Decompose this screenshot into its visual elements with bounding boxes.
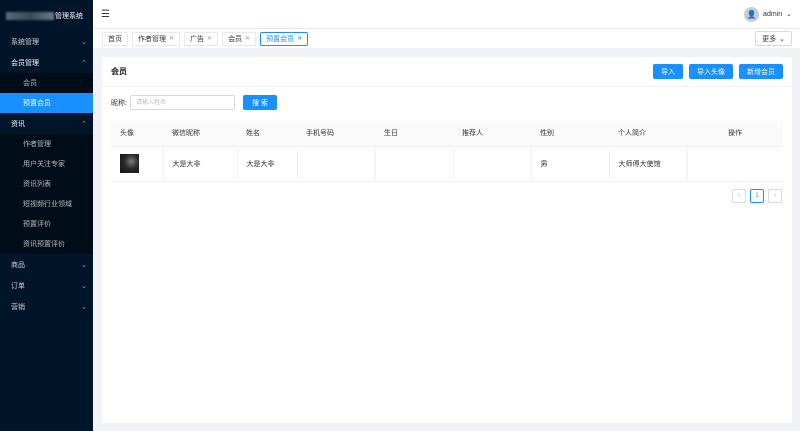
- content-card: 会员 导入 导入头像 新增会员 昵称: 搜 索 头像 微信昵称 姓名 手机号码 …: [102, 57, 792, 423]
- top-header: ☰ 👤 admin ⌄: [93, 0, 800, 28]
- member-table: 头像 微信昵称 姓名 手机号码 生日 推荐人 性别 个人简介 操作 大是大非 大…: [111, 121, 783, 182]
- col-bio: 个人简介: [609, 121, 687, 147]
- cell-actions: [687, 146, 783, 182]
- table-header-row: 头像 微信昵称 姓名 手机号码 生日 推荐人 性别 个人简介 操作: [111, 121, 783, 147]
- tab-ads[interactable]: 广告 ✕: [184, 31, 219, 46]
- add-member-button[interactable]: 新增会员: [739, 64, 783, 79]
- cell-gender: 男: [531, 146, 610, 182]
- chevron-down-icon: ⌄: [81, 282, 87, 290]
- user-menu[interactable]: 👤 admin ⌄: [744, 6, 792, 22]
- action-buttons: 导入 导入头像 新增会员: [653, 64, 783, 79]
- sidebar-item-author[interactable]: 作者管理: [0, 134, 93, 154]
- menu-member[interactable]: 会员管理 ⌃: [0, 52, 93, 73]
- sidebar: 管理系统 系统管理 ⌄ 会员管理 ⌃ 会员 预置会员 资讯 ⌃ 作者管理 用户关注专家…: [0, 0, 93, 431]
- col-wechat: 微信昵称: [163, 121, 237, 147]
- menu-fold-icon[interactable]: ☰: [101, 9, 110, 20]
- more-tabs-button[interactable]: 更多 ⌄: [755, 31, 792, 46]
- nickname-search-input[interactable]: [129, 95, 235, 110]
- submenu-news: 作者管理 用户关注专家 资讯列表 短视频行业领域 预置评价 资讯预置评价: [0, 134, 93, 254]
- sidebar-item-news-preset-review[interactable]: 资讯预置评价: [0, 234, 93, 254]
- cell-birthday: [375, 146, 454, 182]
- blurred-logo-text: [6, 11, 54, 20]
- tab-author[interactable]: 作者管理 ✕: [132, 31, 181, 46]
- chevron-down-icon: ⌄: [81, 38, 87, 46]
- username: admin: [763, 10, 783, 18]
- nickname-label: 昵称:: [111, 99, 127, 107]
- search-button[interactable]: 搜 索: [242, 95, 277, 110]
- sidebar-item-preset-member[interactable]: 预置会员: [0, 93, 93, 113]
- import-avatar-button[interactable]: 导入头像: [689, 64, 733, 79]
- col-gender: 性别: [531, 121, 609, 147]
- import-button[interactable]: 导入: [653, 64, 683, 79]
- tab-home[interactable]: 首页: [102, 31, 128, 46]
- chevron-down-icon: ⌄: [81, 303, 87, 311]
- page-title: 会员: [111, 67, 127, 76]
- page-1-button[interactable]: 1: [750, 189, 764, 203]
- next-page-button[interactable]: ›: [768, 189, 782, 203]
- prev-page-button[interactable]: ‹: [732, 189, 746, 203]
- chevron-down-icon: ⌄: [779, 35, 785, 43]
- menu-orders[interactable]: 订单 ⌄: [0, 275, 93, 296]
- col-avatar: 头像: [111, 121, 163, 147]
- app-title: 管理系统: [55, 12, 83, 20]
- col-referrer: 推荐人: [453, 121, 531, 147]
- card-header: 会员 导入 导入头像 新增会员: [102, 57, 792, 87]
- menu-news[interactable]: 资讯 ⌃: [0, 113, 93, 134]
- close-icon[interactable]: ✕: [245, 35, 250, 42]
- cell-name: 大是大非: [237, 146, 298, 182]
- member-avatar-image[interactable]: [120, 154, 139, 173]
- table-row: 大是大非 大是大非 男 大师傅大使馆: [111, 146, 783, 182]
- chevron-up-icon: ⌃: [81, 59, 87, 67]
- search-bar: 昵称: 搜 索: [111, 95, 277, 110]
- close-icon[interactable]: ✕: [169, 35, 174, 42]
- close-icon[interactable]: ✕: [297, 35, 302, 42]
- cell-phone: [297, 146, 376, 182]
- pagination: ‹ 1 ›: [732, 189, 782, 203]
- tab-preset-member[interactable]: 预置会员 ✕: [260, 31, 309, 46]
- close-icon[interactable]: ✕: [207, 35, 212, 42]
- col-phone: 手机号码: [297, 121, 375, 147]
- sidebar-item-video-domain[interactable]: 短视频行业领域: [0, 194, 93, 214]
- sidebar-item-preset-review[interactable]: 预置评价: [0, 214, 93, 234]
- sidebar-item-news-list[interactable]: 资讯列表: [0, 174, 93, 194]
- tab-member[interactable]: 会员 ✕: [222, 31, 257, 46]
- col-name: 姓名: [237, 121, 297, 147]
- chevron-down-icon: ⌄: [81, 261, 87, 269]
- sidebar-item-member[interactable]: 会员: [0, 73, 93, 93]
- user-avatar-icon: 👤: [744, 6, 760, 22]
- cell-avatar: [111, 146, 164, 182]
- chevron-up-icon: ⌃: [81, 120, 87, 128]
- menu-marketing[interactable]: 营销 ⌄: [0, 296, 93, 317]
- col-birthday: 生日: [375, 121, 453, 147]
- menu-system[interactable]: 系统管理 ⌄: [0, 31, 93, 52]
- submenu-member: 会员 预置会员: [0, 73, 93, 113]
- cell-referrer: [453, 146, 532, 182]
- sidebar-item-followed-experts[interactable]: 用户关注专家: [0, 154, 93, 174]
- col-actions: 操作: [687, 121, 783, 147]
- logo: 管理系统: [0, 0, 93, 31]
- tabs-bar: 首页 作者管理 ✕ 广告 ✕ 会员 ✕ 预置会员 ✕ 更多 ⌄: [93, 28, 800, 48]
- chevron-down-icon: ⌄: [786, 11, 792, 18]
- cell-bio: 大师傅大使馆: [609, 146, 688, 182]
- cell-wechat: 大是大非: [163, 146, 238, 182]
- menu-goods[interactable]: 商品 ⌄: [0, 254, 93, 275]
